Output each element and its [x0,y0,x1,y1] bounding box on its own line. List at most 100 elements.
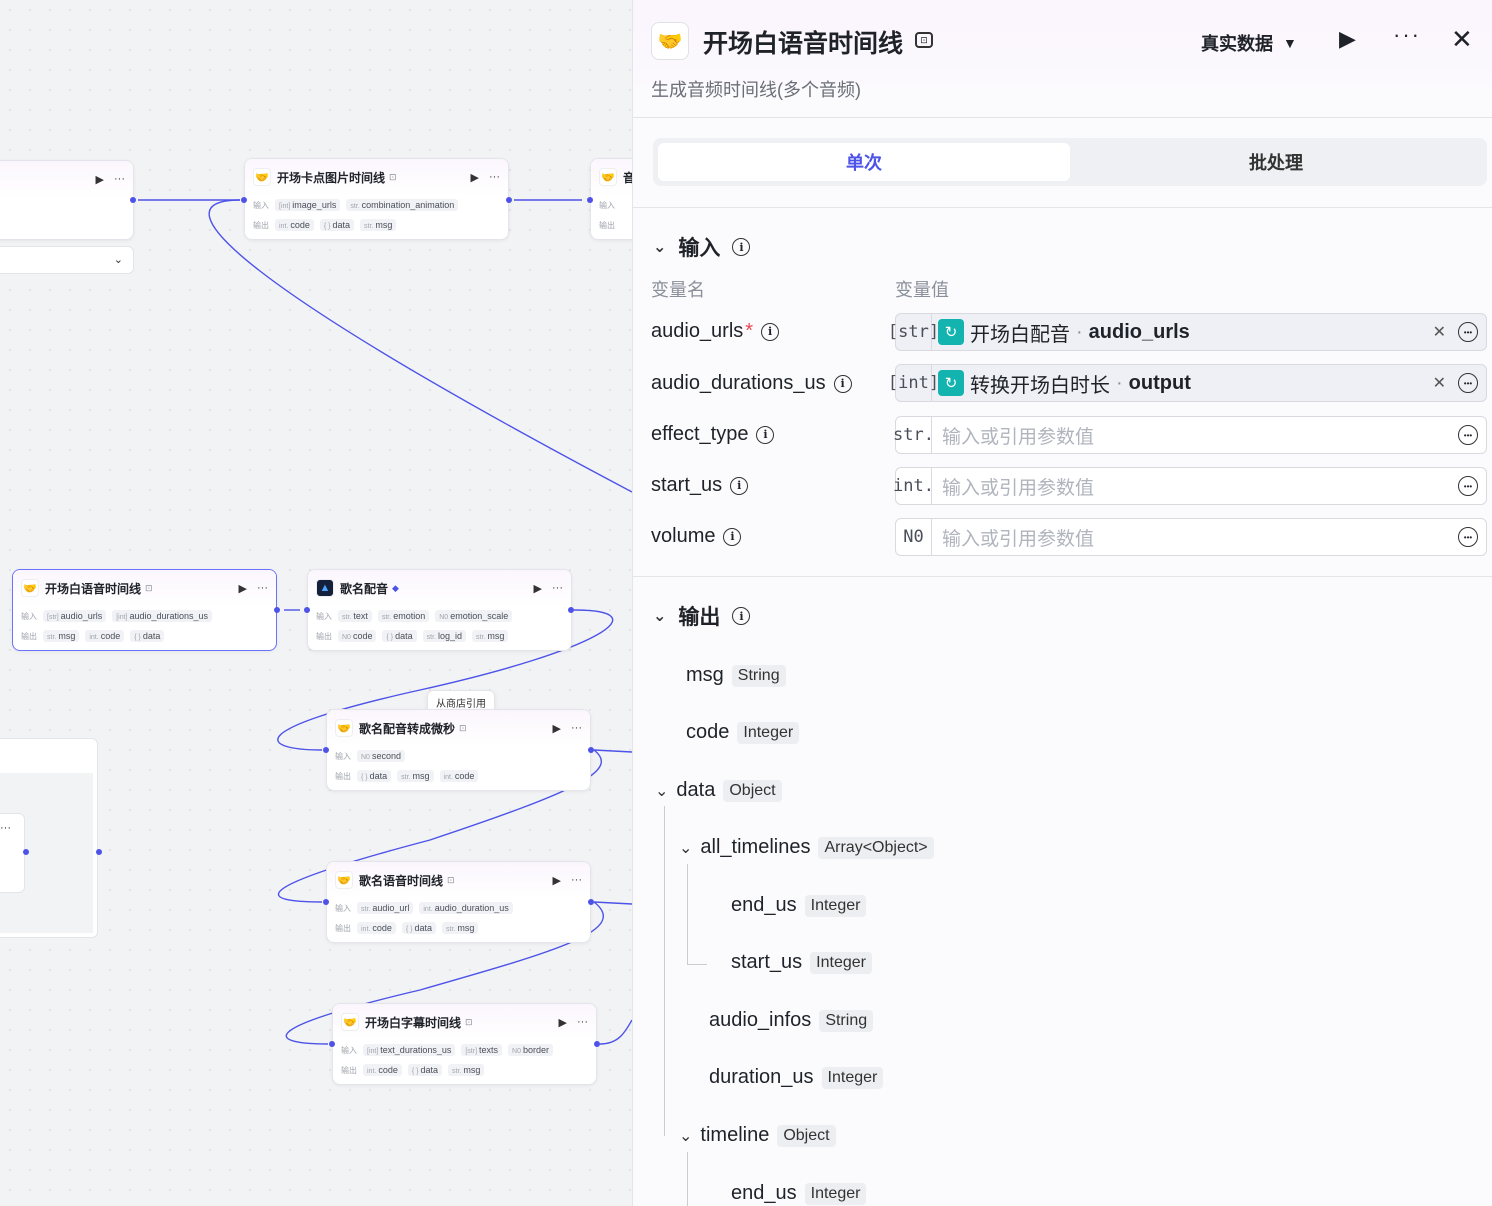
input-section-title: 输入 [678,237,721,260]
loop-icon: ↻ [938,370,964,396]
tab-single[interactable]: 单次 [658,143,1070,181]
node-port[interactable] [506,197,512,203]
variable-ref-icon[interactable]: ••• [1458,527,1478,547]
info-icon[interactable]: i [730,476,749,495]
node-port[interactable] [130,197,136,203]
node-run-icon[interactable]: ▶ [239,582,247,595]
param-input-audio-urls[interactable]: [str] ↻ 开场白配音 · audio_urls ✕ ••• [888,313,1487,351]
output-name: end_us [731,1182,797,1204]
node-port[interactable] [323,899,329,905]
output-item-expandable[interactable]: ⌄ timeline Object [679,1124,836,1147]
node-port[interactable] [587,197,593,203]
output-item-expandable[interactable]: ⌄ data Object [655,779,782,802]
node-run-icon[interactable]: ▶ [553,722,561,735]
close-icon[interactable]: ✕ [1451,24,1473,55]
output-item: msg String [686,664,786,687]
node-port[interactable] [323,747,329,753]
type-tag: String [731,664,786,687]
output-item-expandable[interactable]: ⌄ all_timelines Array<Object> [679,836,934,859]
clear-icon[interactable]: ✕ [1433,373,1446,393]
node-port[interactable] [304,607,310,613]
node-run-icon[interactable]: ▶ [559,1016,567,1029]
node-port[interactable] [274,607,280,613]
canvas-group-frame[interactable]: ··· [0,738,98,938]
node-port[interactable] [96,849,102,855]
node-run-icon[interactable]: ▶ [553,874,561,887]
data-mode-dropdown[interactable]: 真实数据 ▼ [1201,30,1297,56]
node-more-icon[interactable]: ··· [489,171,500,184]
canvas-node-partial-right[interactable]: 🤝 音 输入 输出 [590,158,632,240]
variable-ref-icon[interactable]: ••• [1458,476,1478,496]
chevron-down-icon[interactable]: ⌄ [679,838,692,858]
canvas-node-song-convert[interactable]: 🤝 歌名配音转成微秒 ⊡ ▶ ··· 输入 N0 second 输出 { } data… [326,709,591,791]
info-icon[interactable]: i [761,322,780,341]
output-name: data [676,779,716,801]
node-port[interactable] [594,1041,600,1047]
edge [593,901,632,905]
variable-ref-icon[interactable]: ••• [1458,373,1478,393]
node-more-icon[interactable]: ··· [571,722,582,735]
node-port[interactable] [241,197,247,203]
node-output-label: 输出 [21,631,37,641]
info-icon[interactable]: i [732,238,751,256]
chevron-down-icon[interactable]: ⌄ [653,606,666,626]
ref-node: 转换开场白时长 [970,374,1110,397]
chevron-down-icon[interactable]: ⌄ [679,1126,692,1146]
node-more-icon[interactable]: ··· [114,173,125,186]
column-header-name: 变量名 [651,280,705,300]
canvas-node-song-timeline[interactable]: 🤝 歌名语音时间线 ⊡ ▶ ··· 输入 str. audio_url int. au… [326,861,591,943]
param-input-effect-type[interactable]: str. 输入或引用参数值 ••• [893,416,1487,454]
node-more-icon[interactable]: ··· [0,813,25,893]
canvas-node-song-dub[interactable]: ▲ 歌名配音 ◆ ▶ ··· 输入 str. text str. emotion N0… [307,569,572,651]
canvas-select[interactable]: ⌄ [0,246,134,274]
variable-ref-icon[interactable]: ••• [1458,322,1478,342]
more-icon[interactable]: ··· [1393,22,1421,48]
node-chip: str. msg [43,630,80,642]
info-icon[interactable]: i [756,425,775,444]
panel-description: 生成音频时间线(多个音频) [651,80,861,100]
node-chip: str. msg [360,219,397,231]
node-more-icon[interactable]: ··· [552,582,563,595]
workflow-canvas[interactable]: ▶ ··· ⌄ 🤝 开场卡点图片时间线 ⊡ ▶ ··· 输入 [int] image_… [0,0,632,1206]
param-label-audio-urls: audio_urls * i [651,320,780,343]
node-output-label: 输出 [316,631,332,641]
reference-tag[interactable]: ↻ 转换开场白时长 · output [938,369,1191,398]
output-section-header[interactable]: ⌄ 输出 i [653,601,751,631]
info-icon[interactable]: i [723,527,742,546]
variable-ref-icon[interactable]: ••• [1458,425,1478,445]
input-section-header[interactable]: ⌄ 输入 i [653,232,751,262]
run-icon[interactable]: ▶ [1339,26,1356,52]
node-more-icon[interactable]: ··· [571,874,582,887]
node-port[interactable] [588,747,594,753]
node-port[interactable] [568,607,574,613]
chevron-down-icon[interactable]: ⌄ [655,781,668,801]
node-chip: int. audio_duration_us [419,902,513,914]
node-port[interactable] [329,1041,335,1047]
param-input-audio-durations[interactable]: [int] ↻ 转换开场白时长 · output ✕ ••• [888,364,1487,402]
node-run-icon[interactable]: ▶ [96,173,104,186]
canvas-node-card-timeline[interactable]: 🤝 开场卡点图片时间线 ⊡ ▶ ··· 输入 [int] image_urls st… [244,158,509,240]
param-input-volume[interactable]: N0 输入或引用参数值 ••• [895,518,1487,556]
info-icon[interactable]: i [732,607,751,625]
canvas-node-partial[interactable]: ▶ ··· [0,160,134,240]
node-more-icon[interactable]: ··· [577,1016,588,1029]
info-icon[interactable]: i [833,374,852,393]
canvas-node-subtitle-timeline[interactable]: 🤝 开场白字幕时间线 ⊡ ▶ ··· 输入 [int] text_durations… [332,1003,597,1085]
node-port[interactable] [23,849,29,855]
node-chip: int. code [85,630,125,642]
node-run-icon[interactable]: ▶ [534,582,542,595]
node-more-icon[interactable]: ··· [257,582,268,595]
param-input-start-us[interactable]: int. 输入或引用参数值 ••• [893,467,1487,505]
reference-tag[interactable]: ↻ 开场白配音 · audio_urls [938,318,1190,347]
tab-batch[interactable]: 批处理 [1070,143,1482,181]
node-chip: int. code [439,770,479,782]
canvas-node-opening-audio-timeline[interactable]: 🤝 开场白语音时间线 ⊡ ▶ ··· 输入 [str] audio_urls [in… [12,569,277,651]
node-run-icon[interactable]: ▶ [471,171,479,184]
output-item: end_us Integer [731,1182,867,1205]
param-name: volume [651,525,716,547]
node-chip: str. text [338,610,372,622]
node-port[interactable] [588,899,594,905]
chevron-down-icon[interactable]: ⌄ [653,237,666,257]
clear-icon[interactable]: ✕ [1433,322,1446,342]
mountain-app-icon: ▲ [316,579,334,597]
